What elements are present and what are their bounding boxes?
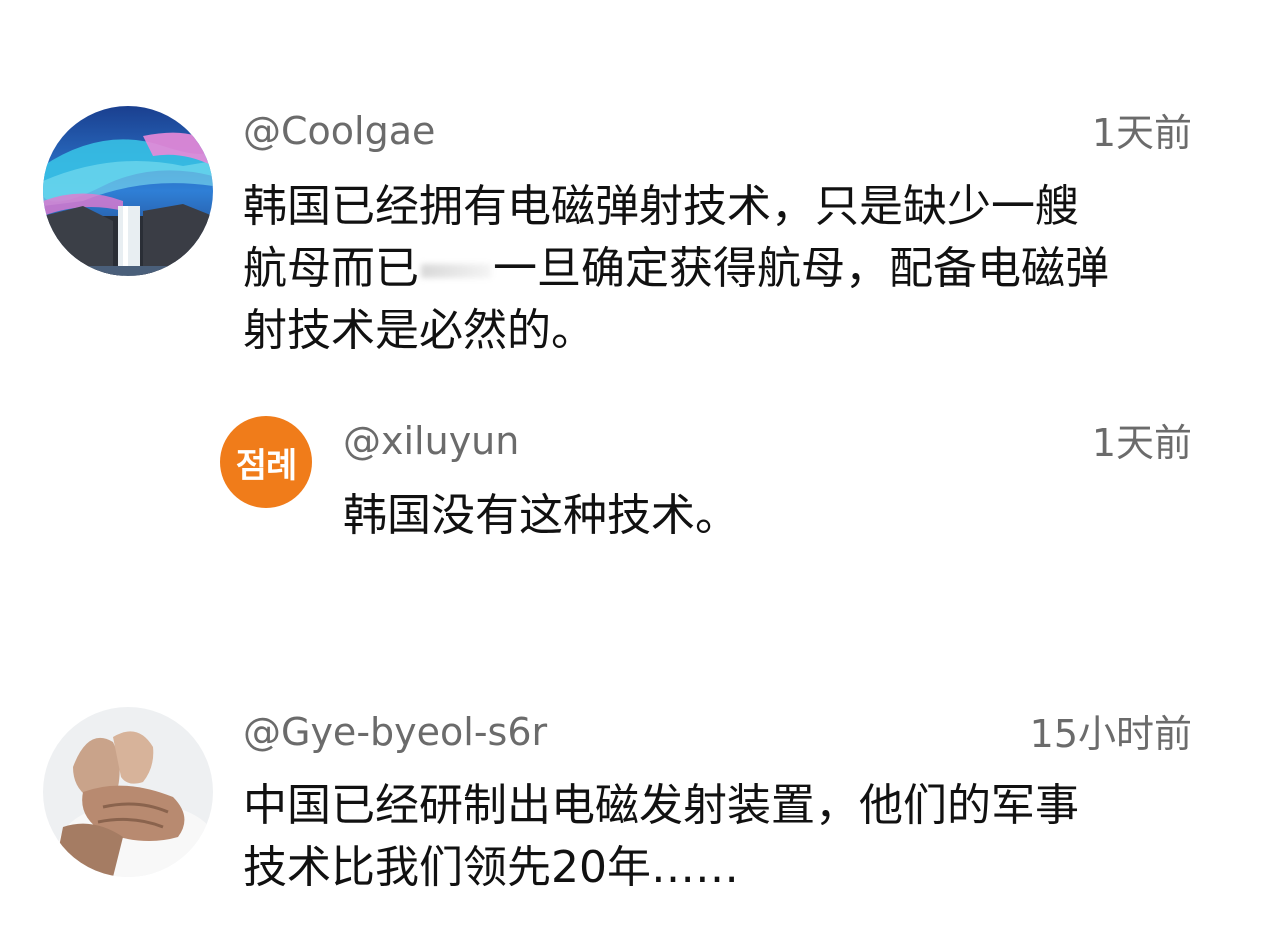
comment-timestamp: 1天前 — [1091, 111, 1192, 155]
comment-body: 韩国没有这种技术。 — [343, 485, 739, 547]
comment-item: @Gye-byeol-s6r 15小时前 中国已经研制出电磁发射装置，他们的军事… — [0, 690, 1280, 927]
comment-body: 中国已经研制出电磁发射装置，他们的军事 技术比我们领先20年…… — [243, 775, 1079, 899]
comment-text-line: 中国已经研制出电磁发射装置，他们的军事 — [243, 780, 1079, 831]
comment-timestamp: 15小时前 — [1029, 712, 1192, 756]
avatar[interactable] — [43, 707, 213, 877]
comment-text-segment: 一旦确定获得航母，配备电磁弹 — [493, 243, 1109, 294]
avatar-initials: 점례 — [235, 445, 298, 486]
reply-item: 점례 @xiluyun 1天前 韩国没有这种技术。 — [0, 380, 1280, 600]
comment-text-line: 韩国没有这种技术。 — [343, 490, 739, 541]
comment-author-handle[interactable]: @Coolgae — [243, 108, 435, 154]
comment-text-line: 航母而已 一旦确定获得航母，配备电磁弹 — [243, 238, 1109, 300]
comment-text-line: 韩国已经拥有电磁弹射技术，只是缺少一艘 — [243, 181, 1079, 232]
comment-text-line: 射技术是必然的。 — [243, 305, 595, 356]
comment-author-handle[interactable]: @xiluyun — [343, 418, 519, 464]
comment-text-segment: 航母而已 — [243, 243, 419, 294]
avatar[interactable]: 점례 — [220, 416, 312, 508]
comment-timestamp: 1天前 — [1091, 421, 1192, 465]
aurora-waterfall-avatar-image — [43, 106, 213, 276]
comment-item: @Coolgae 1天前 韩国已经拥有电磁弹射技术，只是缺少一艘 航母而已 一旦确… — [0, 0, 1280, 380]
redacted-text-blur — [421, 264, 491, 278]
comment-text-line: 技术比我们领先20年…… — [243, 842, 739, 893]
hands-avatar-image — [43, 707, 213, 877]
comment-body: 韩国已经拥有电磁弹射技术，只是缺少一艘 航母而已 一旦确定获得航母，配备电磁弹 射… — [243, 176, 1109, 362]
avatar[interactable] — [43, 106, 213, 276]
comment-author-handle[interactable]: @Gye-byeol-s6r — [243, 709, 547, 755]
